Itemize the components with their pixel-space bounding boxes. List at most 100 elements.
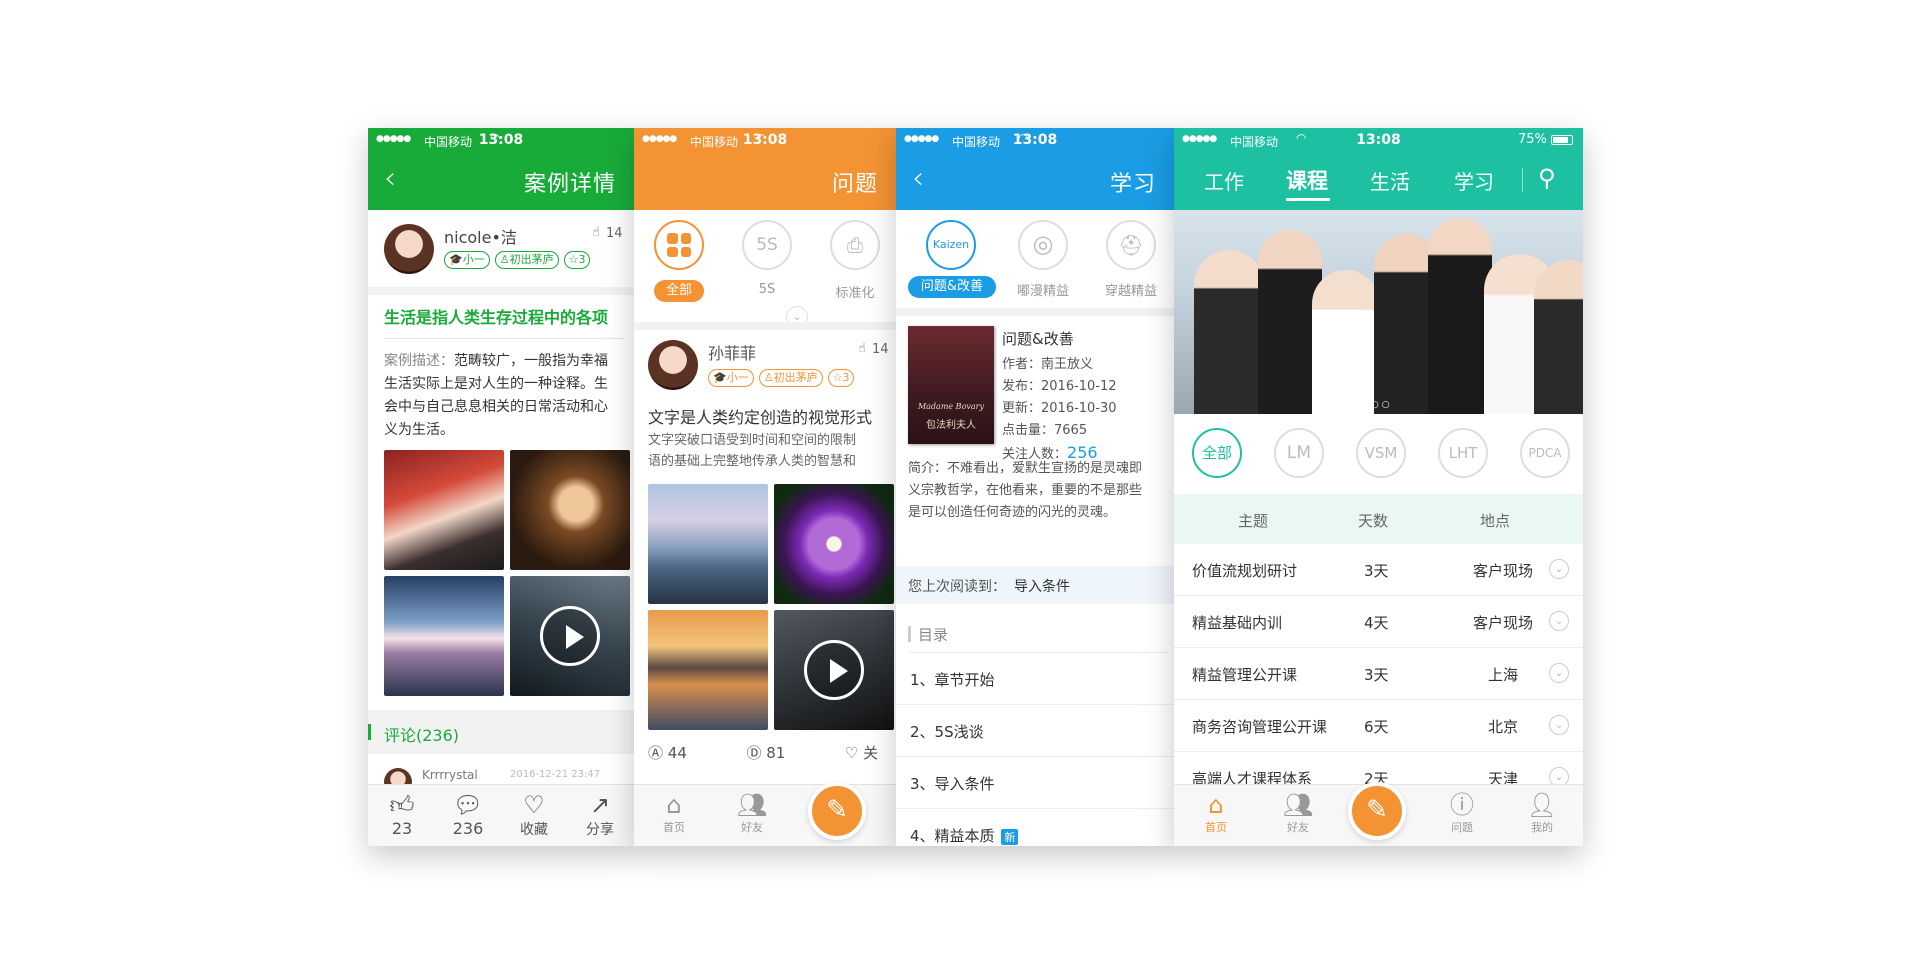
back-icon[interactable]: ‹ <box>912 164 924 194</box>
course-topic: 商务咨询管理公开课 <box>1192 718 1328 736</box>
questions-screen: ●●●●● 中国移动 ◠ 13:08 问题 全部 5S 5S ⎙ 标准化 ⌄ 孙… <box>634 128 896 846</box>
filter-vsm[interactable]: VSM <box>1356 428 1406 478</box>
course-place: 客户现场 <box>1472 614 1533 632</box>
rank-tag: ♙初出茅庐 <box>494 251 559 269</box>
toc-item[interactable]: 1、章节开始 <box>896 653 1174 705</box>
tab-work[interactable]: 工作 <box>1204 166 1244 195</box>
book-cover[interactable]: Madame Bovary 包法利夫人 <box>908 326 994 444</box>
tab-mine[interactable]: 👤︎ 我的 <box>1512 791 1572 835</box>
last-read-chapter[interactable]: 导入条件 <box>1014 576 1070 596</box>
play-icon[interactable] <box>540 606 600 666</box>
last-read-bar[interactable]: 您上次阅读到： 导入条件 <box>896 566 1174 604</box>
tab-life[interactable]: 生活 <box>1370 166 1410 195</box>
search-icon[interactable]: ⚲ <box>1538 164 1556 192</box>
standard-icon[interactable]: ⎙ <box>830 220 880 270</box>
case-photo[interactable] <box>510 450 630 570</box>
share-button[interactable]: ↗ 分享 <box>570 791 630 839</box>
compose-button[interactable]: ✎ <box>1348 782 1406 840</box>
back-icon[interactable]: ‹ <box>384 164 396 194</box>
favorite-button[interactable]: ♡ 收藏 <box>504 791 564 839</box>
compose-button[interactable]: ✎ <box>808 782 866 840</box>
heart-icon[interactable]: ♡ <box>845 744 858 762</box>
chevron-down-icon[interactable]: ⌄ <box>1549 611 1569 631</box>
avatar[interactable] <box>384 224 434 274</box>
post-photo[interactable] <box>774 484 894 604</box>
chevron-down-icon[interactable]: ⌄ <box>1549 715 1569 735</box>
comments-header: 评论(236) <box>368 710 634 754</box>
page-title: 问题 <box>831 172 878 197</box>
status-bar: ●●●●● 中国移动 ◠ 13:08 <box>634 128 896 154</box>
desc-label: 案例描述： <box>384 353 454 369</box>
desc-line: 义为生活。 <box>384 422 454 438</box>
rank-tag: ♙初出茅庐 <box>758 369 823 387</box>
tab-home[interactable]: ⌂ 首页 <box>1186 791 1246 835</box>
tab-question[interactable]: ⓘ 问题 <box>1432 791 1492 835</box>
author-tags: 🎓小一 ♙初出茅庐 ☆3 <box>708 366 896 387</box>
post-video[interactable] <box>774 610 894 730</box>
category-5s[interactable]: 5S <box>742 220 792 270</box>
target-icon[interactable]: ◎ <box>1018 220 1068 270</box>
banner-image[interactable]: ●○○ <box>1174 210 1583 414</box>
tab-home[interactable]: ⌂ 首页 <box>644 791 704 835</box>
post-photo[interactable] <box>648 610 768 730</box>
post-title[interactable]: 文字是人类约定创造的视觉形式 <box>648 404 872 428</box>
status-bar: ●●●●● 中国移动 ◠ 13:08 75% <box>1174 128 1583 154</box>
courses-screen: ●●●●● 中国移动 ◠ 13:08 75% 工作 课程 生活 学习 ⚲ ●○○… <box>1174 128 1583 846</box>
category-strip: Kaizen 问题&改善 ◎ 嘟漫精益 ⛑ 穿越精益 <box>896 210 1174 302</box>
case-photo[interactable] <box>384 576 504 696</box>
filter-lht[interactable]: LHT <box>1438 428 1488 478</box>
course-days: 3天 <box>1364 562 1389 580</box>
desc-line: 生活实际上是对人生的一种诠释。生 <box>384 376 608 392</box>
course-row[interactable]: 精益管理公开课 3天 上海 ⌄ <box>1174 648 1583 700</box>
course-days: 4天 <box>1364 614 1389 632</box>
author-name[interactable]: 孙菲菲 <box>708 340 756 364</box>
lean-icon[interactable]: ⛑ <box>1106 220 1156 270</box>
chevron-down-icon[interactable]: ⌄ <box>1549 663 1569 683</box>
user-icon: 👤︎ <box>1526 791 1558 819</box>
case-photo[interactable] <box>384 450 504 570</box>
friends-icon: 👥︎ <box>1282 791 1314 819</box>
comment-author[interactable]: Krrrrystal <box>422 768 478 782</box>
status-time: 13:08 <box>478 132 524 148</box>
filter-pdca[interactable]: PDCA <box>1520 428 1570 478</box>
play-icon[interactable] <box>804 640 864 700</box>
course-row[interactable]: 商务咨询管理公开课 6天 北京 ⌄ <box>1174 700 1583 752</box>
category-label-active[interactable]: 问题&改善 <box>908 276 996 298</box>
course-row[interactable]: 精益基础内训 4天 客户现场 ⌄ <box>1174 596 1583 648</box>
post-photo[interactable] <box>648 484 768 604</box>
author-name[interactable]: nicole•洁 <box>444 224 517 248</box>
category-all[interactable] <box>654 220 704 270</box>
tab-courses[interactable]: 课程 <box>1286 165 1328 195</box>
divider <box>384 338 624 339</box>
follow-label[interactable]: 关 <box>863 744 878 762</box>
comment-icon: 💬︎ <box>452 791 484 819</box>
tab-study[interactable]: 学习 <box>1454 166 1494 195</box>
case-video[interactable] <box>510 576 630 696</box>
like-count: 14 <box>606 226 623 241</box>
header-topic: 主题 <box>1238 512 1269 530</box>
course-days: 6天 <box>1364 718 1389 736</box>
tab-friends[interactable]: 👥︎ 好友 <box>1268 791 1328 835</box>
filter-all[interactable]: 全部 <box>1192 428 1242 478</box>
toc-item[interactable]: 4、精益本质 新 <box>896 809 1174 846</box>
intro-line: 简介：不难看出，爱默生宣扬的是灵魂即 <box>908 461 1143 476</box>
tab-friends[interactable]: 👥︎ 好友 <box>722 791 782 835</box>
toc-item[interactable]: 2、5S浅谈 <box>896 705 1174 757</box>
avatar[interactable] <box>648 340 698 390</box>
cover-title-en: Madame Bovary <box>917 402 985 411</box>
carousel-dots[interactable]: ●○○ <box>1360 400 1393 410</box>
star-tag: ☆3 <box>827 369 855 387</box>
course-row[interactable]: 价值流规划研讨 3天 客户现场 ⌄ <box>1174 544 1583 596</box>
like-button[interactable]: 👍︎ 23 <box>372 791 432 838</box>
showcase-stage: ●●●●● 中国移动 ◠ 13:08 ‹ 案例详情 nicole•洁 ☝ 14 … <box>0 0 1920 980</box>
category-label-active[interactable]: 全部 <box>654 280 704 302</box>
author-tags: 🎓小一 ♙初出茅庐 ☆3 <box>444 248 634 269</box>
kaizen-icon[interactable]: Kaizen <box>926 220 976 270</box>
toc-item[interactable]: 3、导入条件 <box>896 757 1174 809</box>
chevron-down-icon[interactable]: ⌄ <box>1549 559 1569 579</box>
cover-title-cn: 包法利夫人 <box>926 420 976 431</box>
divider <box>896 308 1174 316</box>
section-marker <box>908 626 911 642</box>
comment-button[interactable]: 💬︎ 236 <box>438 791 498 838</box>
filter-lm[interactable]: LM <box>1274 428 1324 478</box>
